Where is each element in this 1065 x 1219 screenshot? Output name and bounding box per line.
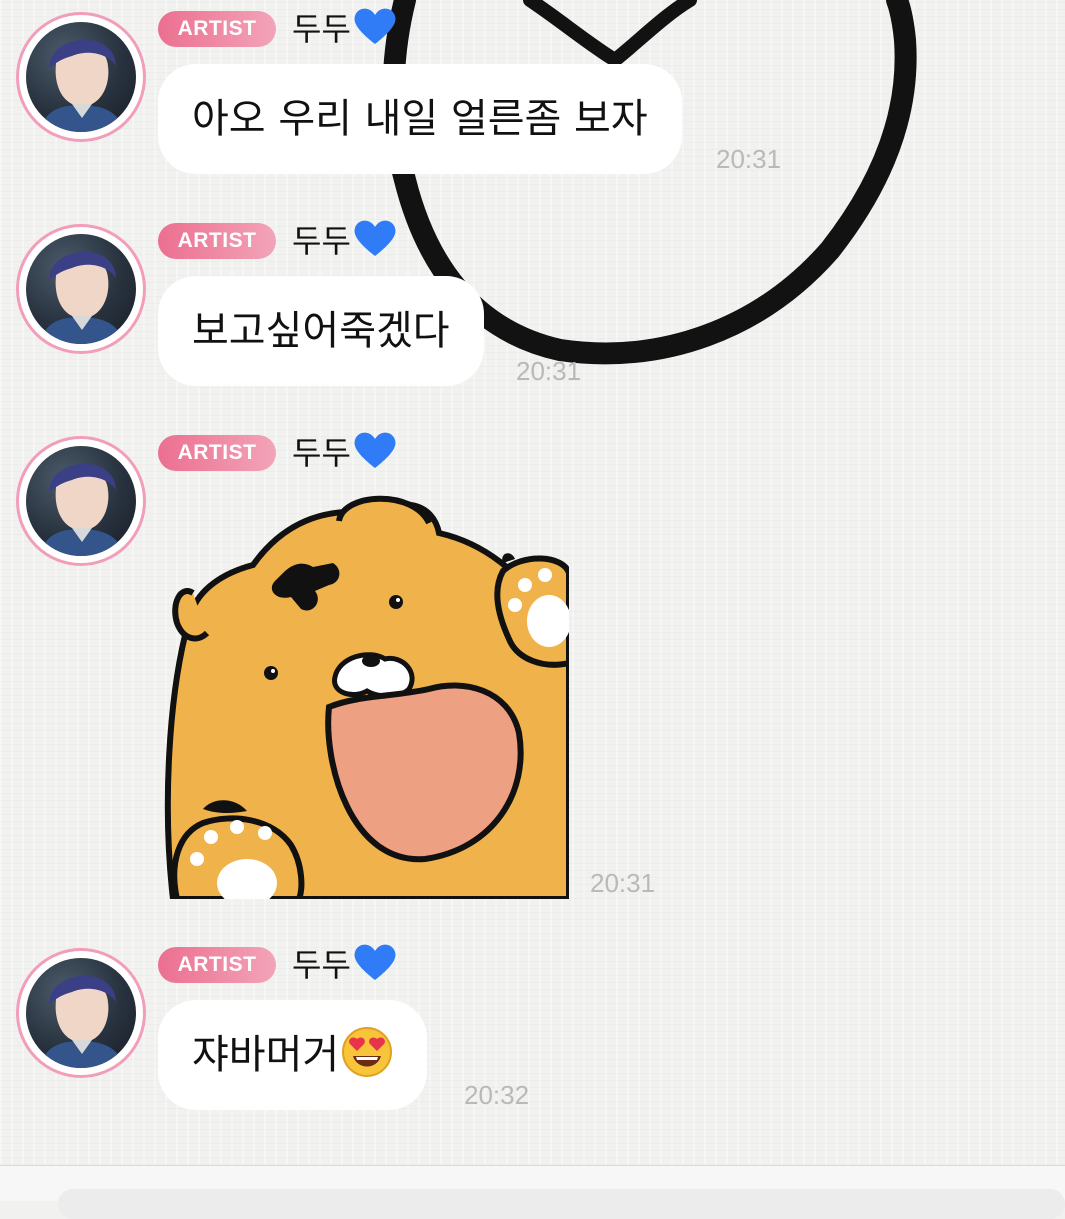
artist-avatar[interactable] xyxy=(16,12,146,142)
message-bubble[interactable]: 아오 우리 내일 얼른좀 보자 xyxy=(158,64,682,174)
message-time: 20:32 xyxy=(464,1080,530,1110)
sender-name-text: 두두 xyxy=(292,434,351,472)
heart-eyes-emoji-icon xyxy=(342,1027,393,1077)
sender-name[interactable]: 두두 xyxy=(292,218,397,262)
artist-badge: ARTIST xyxy=(158,11,276,47)
chat-input-field[interactable] xyxy=(58,1189,1065,1219)
blue-heart-icon xyxy=(354,944,396,980)
message-bubble[interactable]: 보고싶어죽겠다 xyxy=(158,276,484,386)
sender-name[interactable]: 두두 xyxy=(292,6,397,50)
sender-name[interactable]: 두두 xyxy=(292,430,397,474)
message-time: 20:31 xyxy=(716,144,782,174)
sender-name-text: 두두 xyxy=(292,10,351,48)
sender-name[interactable]: 두두 xyxy=(292,942,397,986)
avatar-image xyxy=(26,22,136,132)
avatar-image xyxy=(26,958,136,1068)
avatar-image xyxy=(26,446,136,556)
sender-name-text: 두두 xyxy=(292,946,351,984)
blue-heart-icon xyxy=(354,432,396,468)
message-time: 20:31 xyxy=(590,868,656,898)
message-time: 20:31 xyxy=(516,356,582,386)
avatar-image xyxy=(26,234,136,344)
tiger-sticker[interactable] xyxy=(163,493,569,899)
artist-badge: ARTIST xyxy=(158,435,276,471)
artist-badge: ARTIST xyxy=(158,223,276,259)
blue-heart-icon xyxy=(354,8,396,44)
sender-name-text: 두두 xyxy=(292,222,351,260)
artist-badge: ARTIST xyxy=(158,947,276,983)
message-bubble[interactable]: 쟈바머거 xyxy=(158,1000,428,1110)
artist-avatar[interactable] xyxy=(16,224,146,354)
artist-avatar[interactable] xyxy=(16,436,146,566)
message-text: 쟈바머거 xyxy=(192,1032,340,1078)
artist-avatar[interactable] xyxy=(16,948,146,1078)
blue-heart-icon xyxy=(354,220,396,256)
